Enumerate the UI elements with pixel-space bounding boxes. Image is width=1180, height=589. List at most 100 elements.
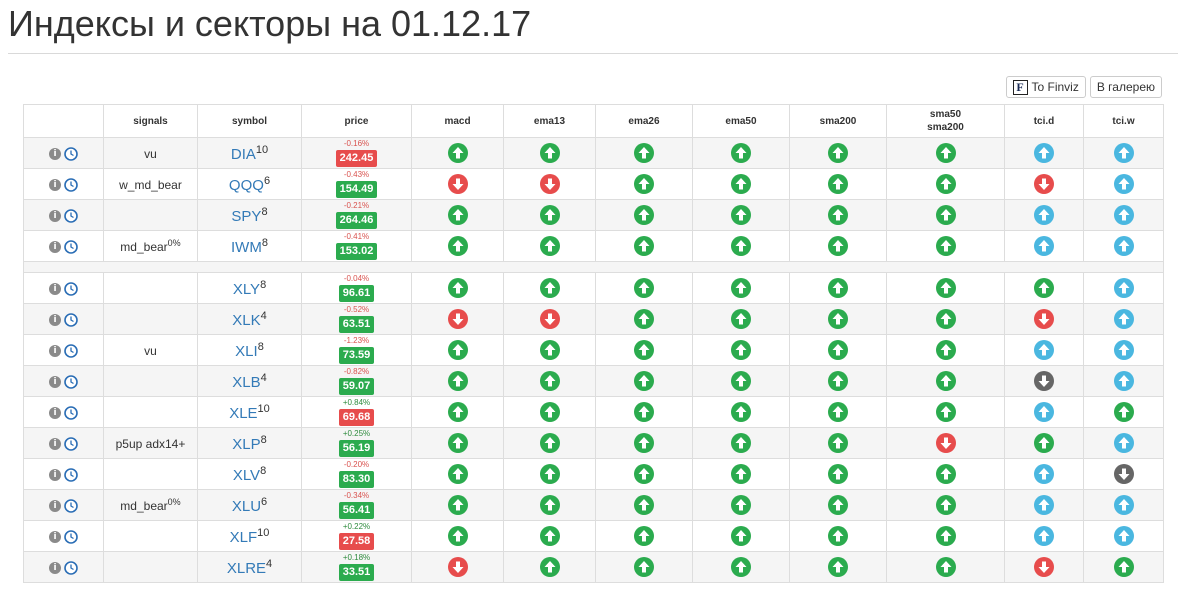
clock-icon[interactable] [64, 499, 78, 513]
arrow-up-green-icon [828, 143, 848, 163]
arrow-down-red-icon [539, 174, 560, 194]
table-row: i XLRE4 +0.18% 33.51 [23, 551, 1164, 583]
info-icon[interactable]: i [49, 179, 61, 191]
signal-cell: w_md_bear [103, 168, 198, 200]
symbol-link[interactable]: XLB [232, 374, 260, 391]
clock-icon[interactable] [64, 344, 78, 358]
signal-text: vu [144, 344, 157, 358]
info-icon[interactable]: i [49, 531, 61, 543]
price-change: +0.84% [342, 398, 371, 407]
price-change: -0.43% [343, 170, 370, 179]
signal-tci-d-cell [1004, 365, 1084, 397]
symbol-link[interactable]: XLRE [227, 560, 266, 577]
clock-icon[interactable] [64, 178, 78, 192]
clock-icon[interactable] [64, 313, 78, 327]
signal-sma50-sma200-cell [886, 489, 1005, 521]
clock-icon[interactable] [64, 375, 78, 389]
clock-icon[interactable] [64, 530, 78, 544]
symbol-link[interactable]: XLP [232, 436, 260, 453]
info-icon[interactable]: i [49, 438, 61, 450]
info-icon[interactable]: i [49, 562, 61, 574]
info-icon[interactable]: i [49, 148, 61, 160]
symbol-cell: DIA10 [197, 137, 302, 169]
price-badge: 33.51 [338, 564, 375, 581]
symbol-link[interactable]: XLV [233, 467, 260, 484]
arrow-up-green-icon [731, 205, 751, 225]
arrow-up-blue-icon [1113, 495, 1134, 515]
signal-sma50-sma200-cell [886, 199, 1005, 231]
symbol-link[interactable]: DIA [231, 146, 256, 163]
price-change: -0.21% [343, 201, 370, 210]
clock-icon[interactable] [64, 406, 78, 420]
price-change: +0.22% [342, 522, 371, 531]
arrow-up-green-icon [935, 464, 956, 484]
symbol-link[interactable]: XLU [232, 498, 261, 515]
signal-sma200-cell [789, 199, 887, 231]
price-change: -0.20% [343, 460, 370, 469]
signal-cell [103, 551, 198, 583]
signal-ema50-cell [692, 551, 790, 583]
symbol-sup: 4 [260, 309, 267, 322]
symbol-link[interactable]: SPY [231, 208, 261, 225]
clock-icon[interactable] [64, 468, 78, 482]
symbol-link[interactable]: XLF [230, 529, 258, 546]
arrow-up-blue-icon [1113, 174, 1134, 194]
arrow-up-green-icon [539, 371, 560, 391]
clock-icon[interactable] [64, 561, 78, 575]
arrow-up-green-icon [828, 278, 848, 298]
signal-ema13-cell [503, 199, 596, 231]
table-header-row: signals symbol price macd ema13 ema26 em… [23, 104, 1164, 138]
signal-ema13-cell [503, 334, 596, 366]
symbol-link[interactable]: XLE [229, 405, 257, 422]
price-change: -1.23% [343, 336, 370, 345]
symbol-cell: XLRE4 [197, 551, 302, 583]
signal-sma50-sma200-cell [886, 551, 1005, 583]
info-icon[interactable]: i [49, 345, 61, 357]
arrow-up-green-icon [935, 557, 956, 577]
arrow-up-green-icon [447, 371, 468, 391]
symbol-link[interactable]: QQQ [229, 177, 264, 194]
arrow-up-green-icon [828, 557, 848, 577]
clock-icon[interactable] [64, 240, 78, 254]
price-cell: +0.25% 56.19 [301, 427, 412, 459]
arrow-up-green-icon [634, 205, 654, 225]
symbol-link[interactable]: XLY [233, 281, 260, 298]
info-icon[interactable]: i [49, 407, 61, 419]
symbol-sup: 8 [261, 236, 268, 249]
info-icon[interactable]: i [49, 210, 61, 222]
signal-tci-d-cell [1004, 303, 1084, 335]
clock-icon[interactable] [64, 147, 78, 161]
clock-icon[interactable] [64, 437, 78, 451]
arrow-up-blue-icon [1113, 340, 1134, 360]
gallery-button[interactable]: В галерею [1089, 76, 1162, 98]
clock-icon[interactable] [64, 209, 78, 223]
info-icon[interactable]: i [49, 314, 61, 326]
symbol-link[interactable]: XLK [232, 312, 260, 329]
price-change: -0.16% [343, 139, 370, 148]
arrow-up-green-icon [731, 464, 751, 484]
signal-macd-cell [411, 272, 504, 304]
arrow-up-blue-icon [1034, 402, 1054, 422]
signal-tci-w-cell [1083, 199, 1164, 231]
symbol-link[interactable]: IWM [231, 239, 262, 256]
signal-sma200-cell [789, 489, 887, 521]
signal-cell [103, 396, 198, 428]
info-icon[interactable]: i [49, 376, 61, 388]
clock-icon[interactable] [64, 282, 78, 296]
signal-sma50-sma200-cell [886, 520, 1005, 552]
info-icon[interactable]: i [49, 469, 61, 481]
arrow-up-green-icon [539, 495, 560, 515]
symbol-link[interactable]: XLI [235, 343, 258, 360]
info-icon[interactable]: i [49, 241, 61, 253]
signal-tci-w-cell [1083, 458, 1164, 490]
to-finviz-button[interactable]: F To Finviz [1005, 76, 1086, 98]
info-icon[interactable]: i [49, 283, 61, 295]
signal-sma50-sma200-cell [886, 137, 1005, 169]
info-icon[interactable]: i [49, 500, 61, 512]
table-row: i vu XLI8 -1.23% 73.59 [23, 334, 1164, 366]
col-price: price [301, 104, 412, 138]
signal-ema13-cell [503, 137, 596, 169]
signal-cell [103, 365, 198, 397]
price-badge: 69.68 [338, 409, 375, 426]
arrow-up-green-icon [828, 464, 848, 484]
